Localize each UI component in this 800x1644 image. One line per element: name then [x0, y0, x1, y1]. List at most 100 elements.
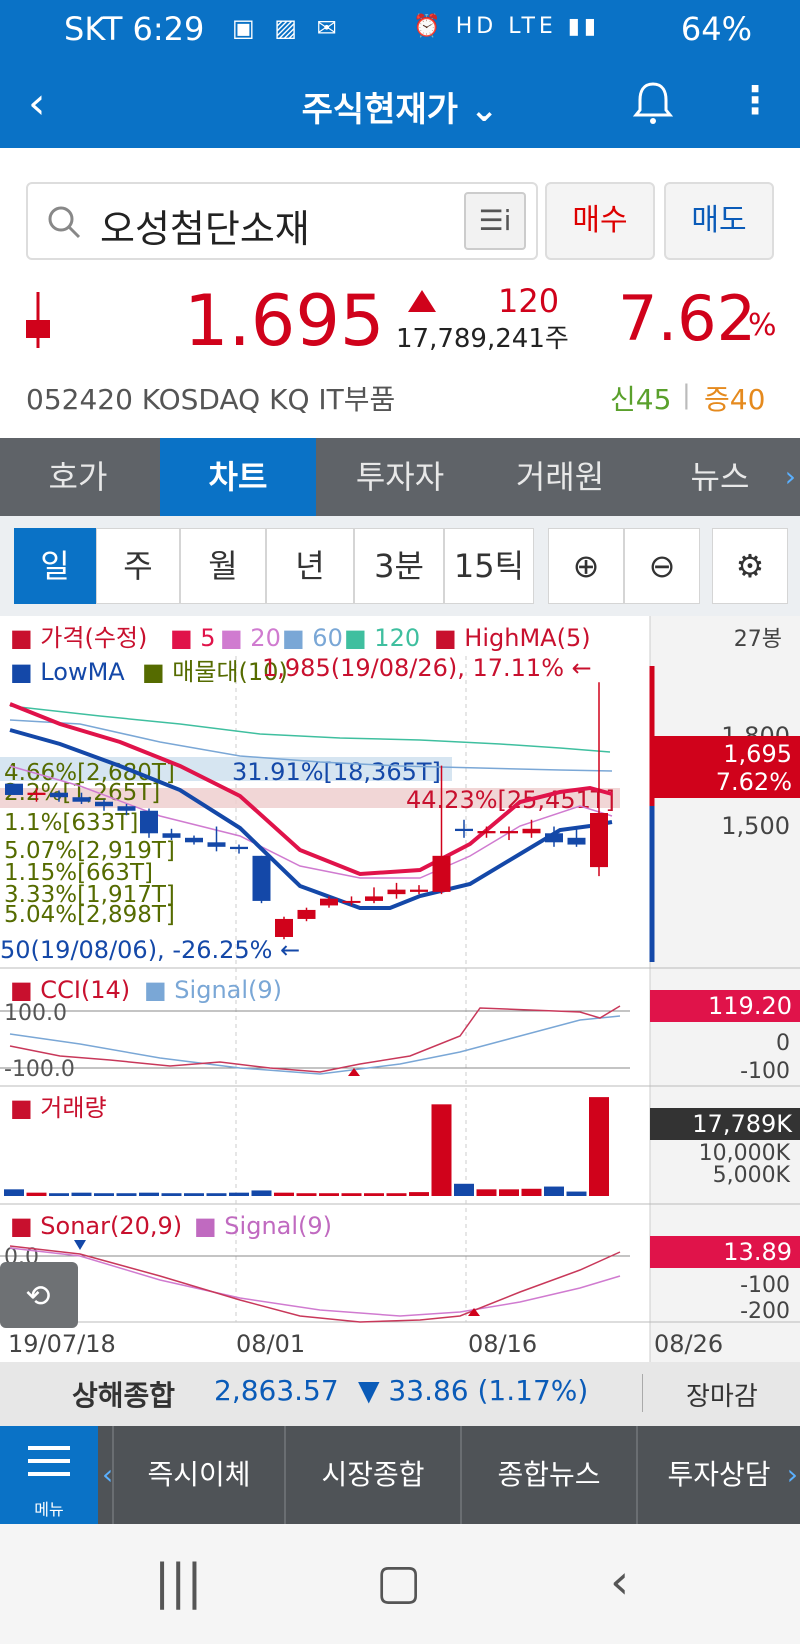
- index-ticker[interactable]: 상해종합 2,863.57 ▼ 33.86 (1.17%) 장마감: [0, 1362, 800, 1426]
- cci-line: [9, 1005, 621, 1073]
- index-change: ▼ 33.86 (1.17%): [358, 1374, 589, 1407]
- back-nav-icon[interactable]: ‹: [610, 1554, 629, 1610]
- period-15tick[interactable]: 15틱: [444, 528, 534, 604]
- more-menu-icon[interactable]: ⋮: [736, 78, 774, 122]
- tab-investor[interactable]: 투자자: [320, 438, 480, 516]
- candle-body: [365, 896, 383, 901]
- candle-body: [275, 918, 293, 937]
- high-annotation: 1,985(19/08/26), 17.11% ←: [262, 654, 592, 682]
- candle-body: [162, 833, 181, 838]
- volume-bar: [4, 1189, 24, 1196]
- candle-body: [117, 806, 136, 811]
- volume-bar: [229, 1192, 249, 1196]
- sonar-signal-line: [9, 1247, 621, 1317]
- candle-body: [72, 797, 91, 802]
- date-label: 08/16: [468, 1330, 537, 1358]
- legend-ma60: ■ 60: [282, 624, 343, 652]
- volume-bar: [184, 1193, 204, 1196]
- candle-body: [522, 828, 541, 834]
- candle-body: [5, 783, 23, 795]
- volume-bar: [364, 1193, 384, 1196]
- volume-profile-labels: 4.66%[2,680T]2.2%[1,265T]1.1%[633T]5.07%…: [4, 760, 175, 928]
- menu-consulting[interactable]: 투자상담: [636, 1426, 800, 1524]
- zoom-out-icon[interactable]: ⊖: [624, 528, 700, 604]
- volume-profile-label: 1.1%[633T]: [4, 810, 138, 836]
- sonar-line: [9, 1245, 621, 1323]
- period-week[interactable]: 주: [96, 528, 180, 604]
- volume-bar: [566, 1191, 587, 1196]
- candle-icon: [26, 292, 50, 348]
- recent-apps-icon[interactable]: |||: [154, 1554, 203, 1610]
- legend-ma120: ■ 120: [344, 624, 420, 652]
- candle-body: [342, 900, 361, 903]
- menu-label: 메뉴: [34, 1500, 64, 1519]
- sonar-legend: ■ Sonar(20,9): [10, 1212, 182, 1240]
- period-day[interactable]: 일: [14, 528, 96, 604]
- zoom-in-icon[interactable]: ⊕: [548, 528, 624, 604]
- candle-body: [567, 837, 586, 845]
- volume-bar: [341, 1193, 362, 1196]
- percent-unit: %: [748, 308, 777, 343]
- divider: [642, 1374, 643, 1412]
- candle-body: [432, 855, 451, 892]
- rotate-glyph: ⟲: [25, 1279, 50, 1314]
- date-label: 19/07/18: [8, 1330, 116, 1358]
- candle-body: [207, 842, 226, 847]
- menu-instant-transfer[interactable]: 즉시이체: [112, 1426, 284, 1524]
- stock-chart[interactable]: ■ 가격(수정) ■ 5 ■ 20 ■ 60 ■ 120 ■ HighMA(5)…: [0, 616, 800, 1362]
- tab-news[interactable]: 뉴스: [640, 438, 800, 516]
- system-nav-bar: ||| ▢ ‹: [0, 1524, 800, 1644]
- volume-bar: [476, 1189, 497, 1196]
- candle-body: [477, 831, 496, 834]
- volume-bar: [94, 1193, 114, 1196]
- tab-chart[interactable]: 차트: [160, 438, 316, 516]
- up-arrow-icon: [408, 290, 436, 312]
- index-value: 2,863.57: [214, 1374, 339, 1407]
- price-change: 120: [498, 282, 560, 320]
- volume-bar: [139, 1192, 159, 1196]
- volume-bar: [251, 1190, 272, 1196]
- menu-news[interactable]: 종합뉴스: [460, 1426, 636, 1524]
- buy-button[interactable]: 매수: [545, 182, 655, 260]
- battery-level: 64%: [680, 10, 752, 48]
- volume-bar: [206, 1193, 227, 1196]
- candle-body: [387, 889, 406, 895]
- period-year[interactable]: 년: [266, 528, 354, 604]
- menu-button[interactable]: 메뉴: [0, 1426, 98, 1524]
- search-value: 오성첨단소재: [100, 207, 310, 251]
- bell-icon[interactable]: [628, 78, 678, 128]
- current-price: 1.695: [184, 280, 385, 362]
- menu-market-overview[interactable]: 시장종합: [284, 1426, 460, 1524]
- stock-search-field[interactable]: 오성첨단소재 ☰i: [26, 182, 538, 260]
- settings-gear-icon[interactable]: ⚙: [712, 528, 788, 604]
- date-label: 08/26: [654, 1330, 723, 1358]
- badge-separator: |: [682, 380, 691, 410]
- change-percent: 7.62: [618, 282, 757, 355]
- legend-price: ■ 가격(수정): [10, 624, 147, 652]
- tab-broker[interactable]: 거래원: [480, 438, 640, 516]
- volume-bar: [544, 1186, 564, 1196]
- search-icon: [48, 206, 81, 239]
- candle-body: [545, 833, 563, 843]
- period-month[interactable]: 월: [180, 528, 266, 604]
- cci-level-label: 100.0: [4, 1001, 67, 1026]
- home-icon[interactable]: ▢: [376, 1554, 421, 1610]
- sell-button[interactable]: 매도: [664, 182, 774, 260]
- tab-hoga[interactable]: 호가: [0, 438, 156, 516]
- cci-legend: ■ CCI(14): [10, 976, 130, 1004]
- volume-bar: [116, 1193, 137, 1196]
- sonar-signal-legend: ■ Signal(9): [194, 1212, 332, 1240]
- legend-ma5: ■ 5: [170, 624, 216, 652]
- status-bar: SKT 6:29 ▣ ▨ ✉ ⏰ HD LTE ▮▮ 64%: [0, 0, 800, 62]
- low-annotation: 50(19/08/06), -26.25% ←: [0, 936, 300, 964]
- volume-bar: [454, 1183, 474, 1196]
- chevron-right-icon[interactable]: ›: [787, 1426, 798, 1524]
- period-3min[interactable]: 3분: [354, 528, 444, 604]
- notification-icons: ▣ ▨ ✉: [232, 14, 343, 42]
- chevron-right-icon[interactable]: ›: [785, 438, 796, 516]
- stock-info-icon[interactable]: ☰i: [464, 192, 526, 250]
- credit-badge: 신45: [610, 383, 672, 416]
- page-title[interactable]: 주식현재가 ⌄: [0, 82, 800, 131]
- candle-body: [500, 831, 518, 834]
- legend-highma: ■ HighMA(5): [434, 624, 591, 652]
